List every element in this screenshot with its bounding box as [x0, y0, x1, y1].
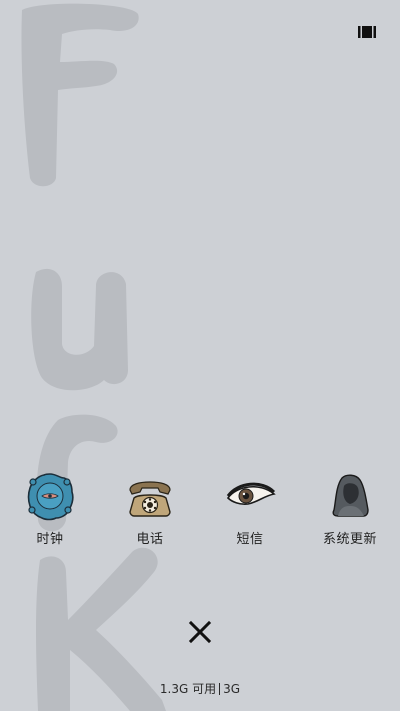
recent-apps-icon[interactable]	[358, 25, 376, 39]
wallpaper-lettering-art	[21, 3, 166, 711]
memory-divider	[219, 683, 221, 695]
app-label-system-update: 系统更新	[322, 532, 377, 547]
app-label-clock: 时钟	[36, 532, 64, 547]
hooded-figure-icon	[332, 474, 369, 517]
close-icon[interactable]	[185, 617, 215, 647]
telephone-icon	[129, 481, 171, 517]
clock-icon	[27, 473, 74, 521]
app-row: 时钟 电话 短信 系统更新	[0, 470, 400, 560]
app-label-messages: 短信	[236, 532, 264, 547]
memory-info: 1.3G 可用 3G	[0, 680, 400, 697]
app-label-phone: 电话	[136, 532, 164, 547]
app-system-update[interactable]: 系统更新	[310, 470, 390, 560]
app-phone[interactable]: 电话	[110, 470, 190, 560]
memory-available: 1.3G 可用	[159, 682, 217, 696]
app-messages[interactable]: 短信	[210, 470, 290, 560]
memory-total: 3G	[223, 682, 241, 696]
eye-icon	[226, 482, 276, 505]
app-clock[interactable]: 时钟	[10, 470, 90, 560]
